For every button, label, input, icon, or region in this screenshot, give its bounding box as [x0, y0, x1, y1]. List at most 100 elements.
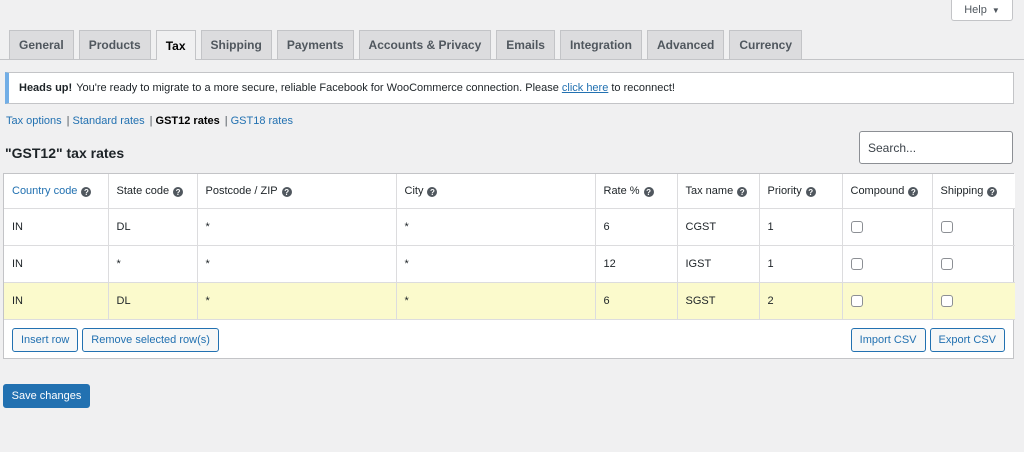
cell-city[interactable]: * [396, 208, 596, 246]
search-input[interactable] [859, 131, 1013, 164]
column-compound: Compound? [842, 174, 933, 209]
caret-down-icon: ▼ [991, 5, 1000, 15]
tab-shipping[interactable]: Shipping [200, 30, 272, 59]
subnav-separator: | [224, 115, 228, 127]
tab-advanced[interactable]: Advanced [646, 30, 725, 59]
table-row[interactable]: IN * * * 12 IGST 1 [4, 245, 1015, 283]
export-csv-button[interactable]: Export CSV [929, 327, 1005, 352]
column-label: Rate % [603, 184, 640, 197]
tabs-divider [0, 59, 1024, 60]
save-changes-button[interactable]: Save changes [3, 384, 90, 408]
column-label: City [404, 184, 424, 197]
cell-shipping [932, 208, 1015, 246]
column-label: State code [116, 184, 170, 197]
cell-priority[interactable]: 2 [759, 282, 843, 320]
cell-priority[interactable]: 1 [759, 245, 843, 283]
column-label: Compound [850, 184, 905, 197]
tax-subnav: Tax options | Standard rates | GST12 rat… [6, 115, 293, 127]
column-label: Tax name [685, 184, 734, 197]
cell-rate[interactable]: 6 [595, 282, 678, 320]
cell-city[interactable]: * [396, 245, 596, 283]
cell-tax-name[interactable]: CGST [677, 208, 760, 246]
remove-rows-button[interactable]: Remove selected row(s) [82, 327, 219, 352]
help-tip-icon[interactable]: ? [908, 187, 919, 197]
cell-compound [842, 208, 933, 246]
subnav-separator: | [149, 115, 153, 127]
tab-accounts-privacy[interactable]: Accounts & Privacy [358, 30, 492, 59]
insert-row-button[interactable]: Insert row [12, 327, 79, 352]
tab-products[interactable]: Products [78, 30, 151, 59]
tab-integration[interactable]: Integration [559, 30, 642, 59]
column-label: Priority [767, 184, 802, 197]
subnav-gst18-rates[interactable]: GST18 rates [231, 115, 293, 127]
help-tip-icon[interactable]: ? [281, 187, 292, 197]
tab-tax[interactable]: Tax [155, 30, 196, 60]
cell-postcode[interactable]: * [197, 245, 397, 283]
help-tip-icon[interactable]: ? [737, 187, 748, 197]
column-postcode: Postcode / ZIP? [197, 174, 397, 209]
tax-rates-table: Country code? State code? Postcode / ZIP… [3, 173, 1015, 359]
tab-general[interactable]: General [9, 30, 74, 59]
notice-text-after: to reconnect! [611, 82, 675, 94]
cell-country[interactable]: IN [4, 282, 109, 320]
help-tip-icon[interactable]: ? [173, 187, 184, 197]
table-row-selected[interactable]: IN DL * * 6 SGST 2 [4, 282, 1015, 320]
cell-state[interactable]: * [108, 245, 198, 283]
column-tax-name: Tax name? [677, 174, 760, 209]
cell-state[interactable]: DL [108, 282, 198, 320]
cell-tax-name[interactable]: IGST [677, 245, 760, 283]
settings-tabs: General Products Tax Shipping Payments A… [9, 30, 1024, 60]
shipping-checkbox[interactable] [940, 294, 953, 307]
column-state-code: State code? [108, 174, 198, 209]
shipping-checkbox[interactable] [940, 257, 953, 270]
cell-compound [842, 245, 933, 283]
table-row[interactable]: IN DL * * 6 CGST 1 [4, 208, 1015, 246]
column-rate: Rate %? [595, 174, 678, 209]
help-tip-icon[interactable]: ? [805, 187, 816, 197]
cell-compound [842, 282, 933, 320]
compound-checkbox[interactable] [850, 257, 863, 270]
table-header-row: Country code? State code? Postcode / ZIP… [4, 174, 1015, 209]
tab-emails[interactable]: Emails [496, 30, 555, 59]
table-footer: Insert row Remove selected row(s) Import… [4, 320, 1013, 352]
cell-rate[interactable]: 6 [595, 208, 678, 246]
subnav-standard-rates[interactable]: Standard rates [73, 115, 145, 127]
help-tip-icon[interactable]: ? [987, 187, 998, 197]
import-csv-button[interactable]: Import CSV [850, 327, 926, 352]
tab-currency[interactable]: Currency [729, 30, 803, 59]
column-label: Shipping [940, 184, 984, 197]
help-tip-icon[interactable]: ? [81, 187, 92, 197]
cell-postcode[interactable]: * [197, 208, 397, 246]
cell-tax-name[interactable]: SGST [677, 282, 760, 320]
cell-state[interactable]: DL [108, 208, 198, 246]
column-country-code[interactable]: Country code? [4, 174, 109, 209]
page-title: "GST12" tax rates [5, 145, 125, 161]
column-shipping: Shipping? [932, 174, 1015, 209]
subnav-tax-options[interactable]: Tax options [6, 115, 62, 127]
notice-reconnect-link[interactable]: click here [562, 82, 608, 94]
facebook-notice: Heads up! You're ready to migrate to a m… [5, 72, 1014, 104]
column-label: Postcode / ZIP [205, 184, 278, 197]
help-tip-icon[interactable]: ? [643, 187, 654, 197]
column-priority: Priority? [759, 174, 843, 209]
notice-strong: Heads up! [19, 82, 73, 94]
cell-postcode[interactable]: * [197, 282, 397, 320]
column-label: Country code [12, 184, 78, 197]
tab-payments[interactable]: Payments [276, 30, 354, 59]
help-label: Help [964, 4, 987, 16]
cell-shipping [932, 282, 1015, 320]
help-tip-icon[interactable]: ? [427, 187, 438, 197]
subnav-separator: | [66, 115, 70, 127]
cell-city[interactable]: * [396, 282, 596, 320]
compound-checkbox[interactable] [850, 294, 863, 307]
notice-text-before: You're ready to migrate to a more secure… [76, 82, 559, 94]
cell-rate[interactable]: 12 [595, 245, 678, 283]
cell-country[interactable]: IN [4, 245, 109, 283]
help-button[interactable]: Help ▼ [951, 0, 1013, 21]
column-city: City? [396, 174, 596, 209]
compound-checkbox[interactable] [850, 220, 863, 233]
cell-shipping [932, 245, 1015, 283]
cell-priority[interactable]: 1 [759, 208, 843, 246]
shipping-checkbox[interactable] [940, 220, 953, 233]
cell-country[interactable]: IN [4, 208, 109, 246]
